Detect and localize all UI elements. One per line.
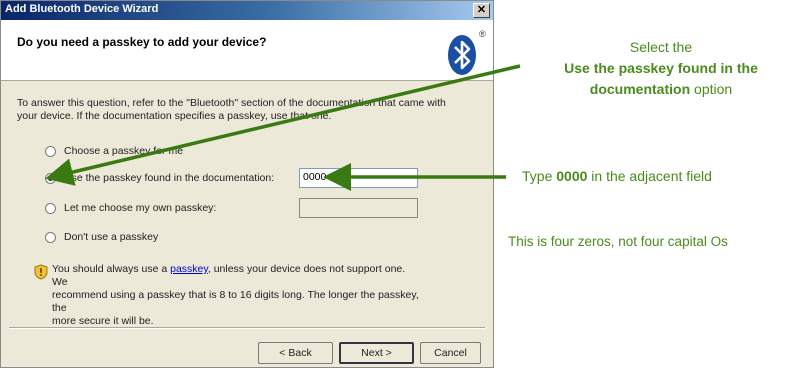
callout-line: documentation option	[520, 79, 802, 100]
callout-text: in the adjacent field	[587, 168, 712, 184]
callout-rest: option	[690, 81, 733, 97]
type-passkey-callout: Type 0000 in the adjacent field	[522, 168, 802, 184]
select-option-callout: Select the Use the passkey found in the …	[520, 37, 802, 100]
arrow-icon	[45, 64, 521, 186]
callout-line: Select the	[629, 39, 693, 55]
callout-line: Use the passkey found in the	[564, 60, 758, 76]
callout-bold: 0000	[556, 168, 588, 184]
callout-bold: documentation	[589, 81, 691, 97]
zeros-note: This is four zeros, not four capital Os	[508, 234, 728, 249]
callout-text: Type	[522, 168, 557, 184]
